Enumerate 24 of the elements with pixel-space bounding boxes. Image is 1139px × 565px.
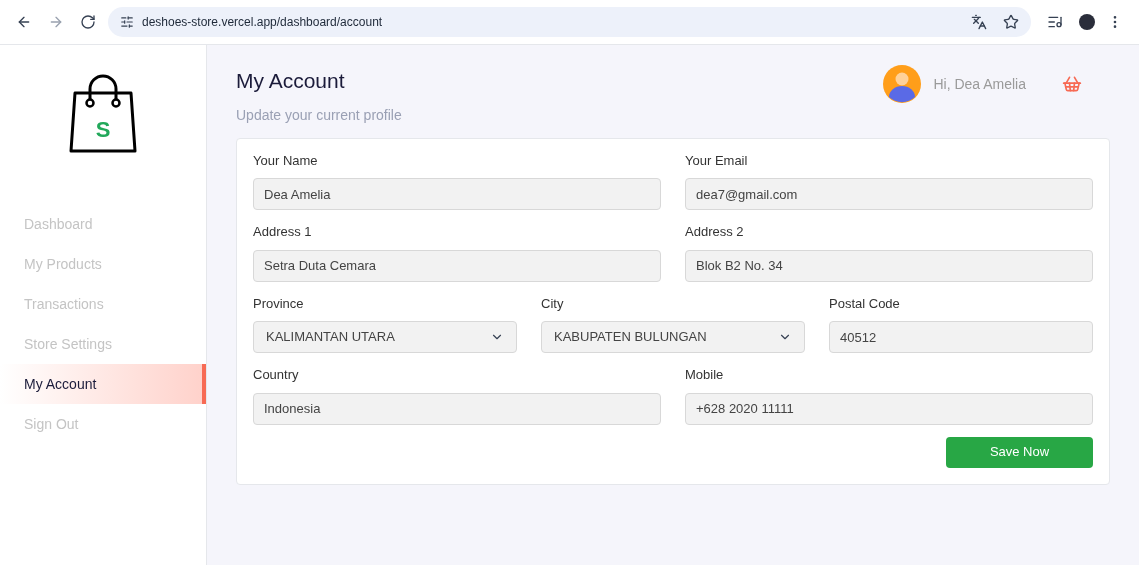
- input-field[interactable]: 40512: [829, 321, 1093, 353]
- input-field[interactable]: Indonesia: [253, 392, 661, 425]
- field-label: Mobile: [685, 366, 725, 384]
- input-field[interactable]: Dea Amelia: [253, 178, 661, 210]
- select-field[interactable]: KABUPATEN BULUNGAN: [541, 321, 805, 353]
- field-label: Your Name: [253, 151, 319, 170]
- field-label: Address 1: [253, 223, 313, 241]
- input-field[interactable]: Blok B2 No. 34: [685, 249, 1093, 282]
- url-text: deshoes-store.vercel.app/dashboard/account: [142, 14, 384, 31]
- input-field[interactable]: +628 2020 11111: [685, 392, 1093, 425]
- field-label: Postal Code: [829, 294, 901, 313]
- field-label: Country: [253, 366, 300, 384]
- field-label: City: [541, 294, 565, 313]
- input-field[interactable]: dea7@gmail.com: [685, 178, 1093, 210]
- select-field[interactable]: KALIMANTAN UTARA: [253, 321, 517, 353]
- address-bar[interactable]: deshoes-store.vercel.app/dashboard/account: [108, 7, 1031, 37]
- input-field[interactable]: Setra Duta Cemara: [253, 249, 661, 282]
- user-greeting: Hi, Dea Amelia: [933, 74, 1026, 94]
- field-label: Province: [253, 294, 305, 313]
- page-subtitle: Update your current profile: [236, 105, 402, 125]
- field-label: Your Email: [685, 151, 749, 170]
- page-title: My Account: [236, 68, 346, 94]
- logo-letter: S: [95, 116, 111, 144]
- field-label: Address 2: [685, 223, 745, 241]
